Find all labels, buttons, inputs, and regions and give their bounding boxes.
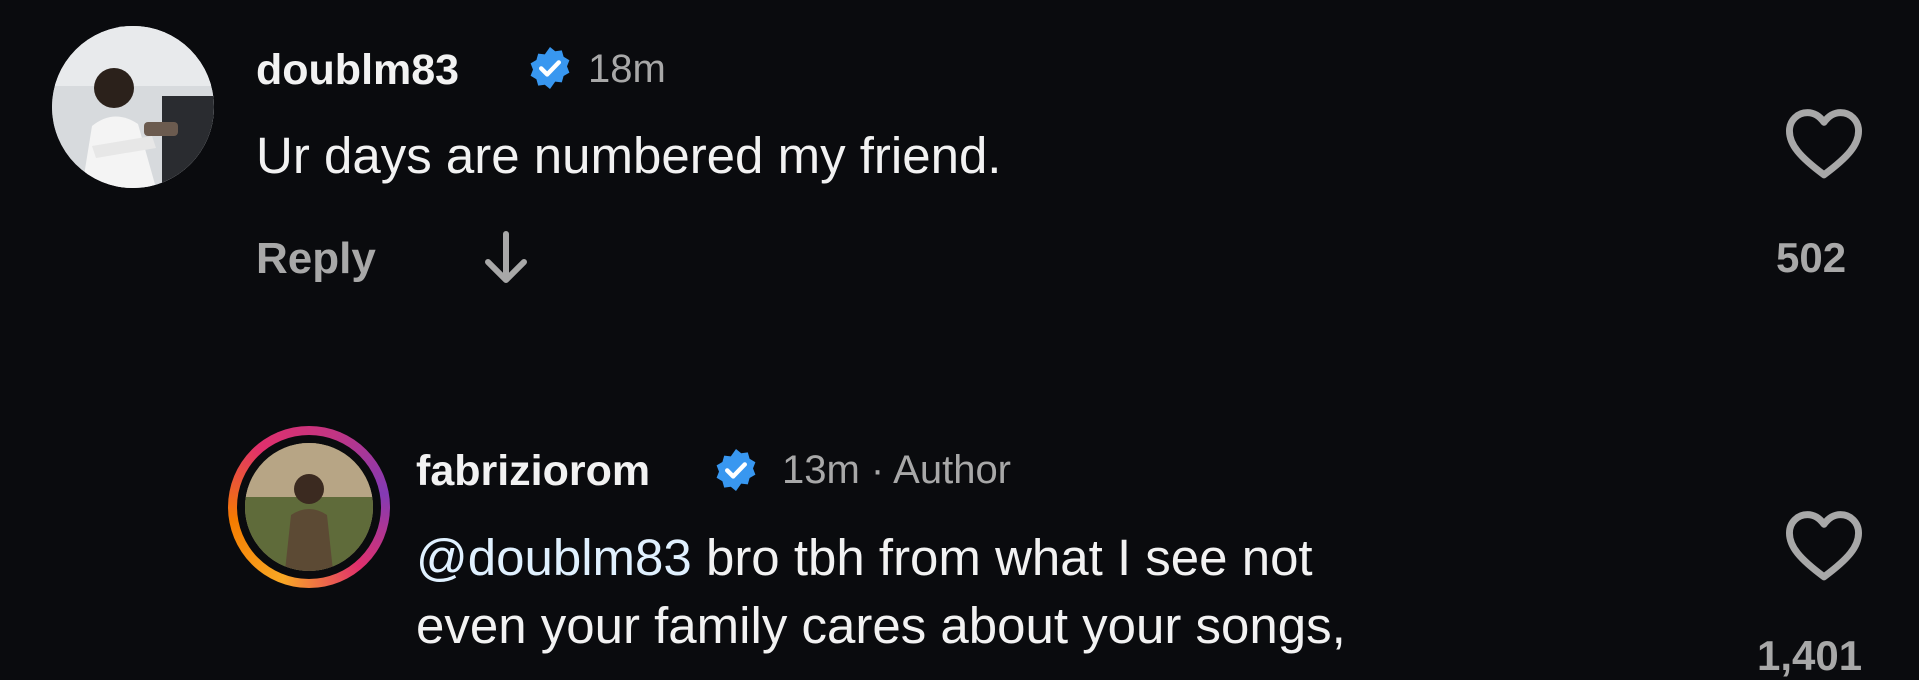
comment-text-line-1: @doublm83 bro tbh from what I see not	[416, 524, 1313, 592]
verified-badge-icon	[530, 47, 570, 89]
username[interactable]: fabriziorom	[416, 447, 650, 496]
timestamp: 18m	[588, 47, 666, 91]
mention-link[interactable]: @doublm83	[416, 529, 692, 586]
comment-text-line-2: even your family cares about your songs,	[416, 597, 1346, 654]
username[interactable]: doublm83	[256, 46, 459, 95]
heart-icon[interactable]	[1782, 506, 1866, 582]
like-count: 502	[1776, 234, 1847, 281]
avatar[interactable]	[52, 26, 214, 188]
avatar-story-ring[interactable]	[228, 426, 390, 588]
comment-text: bro tbh from what I see not	[705, 529, 1313, 586]
like-count: 1,401	[1757, 632, 1863, 679]
verified-badge-icon	[716, 449, 756, 491]
heart-icon[interactable]	[1782, 104, 1866, 180]
avatar[interactable]	[245, 443, 373, 571]
timestamp: 13m · Author	[782, 448, 1012, 492]
arrow-down-icon[interactable]	[484, 230, 528, 286]
reply-button[interactable]: Reply	[256, 234, 376, 284]
comment-text: Ur days are numbered my friend.	[256, 127, 1002, 184]
